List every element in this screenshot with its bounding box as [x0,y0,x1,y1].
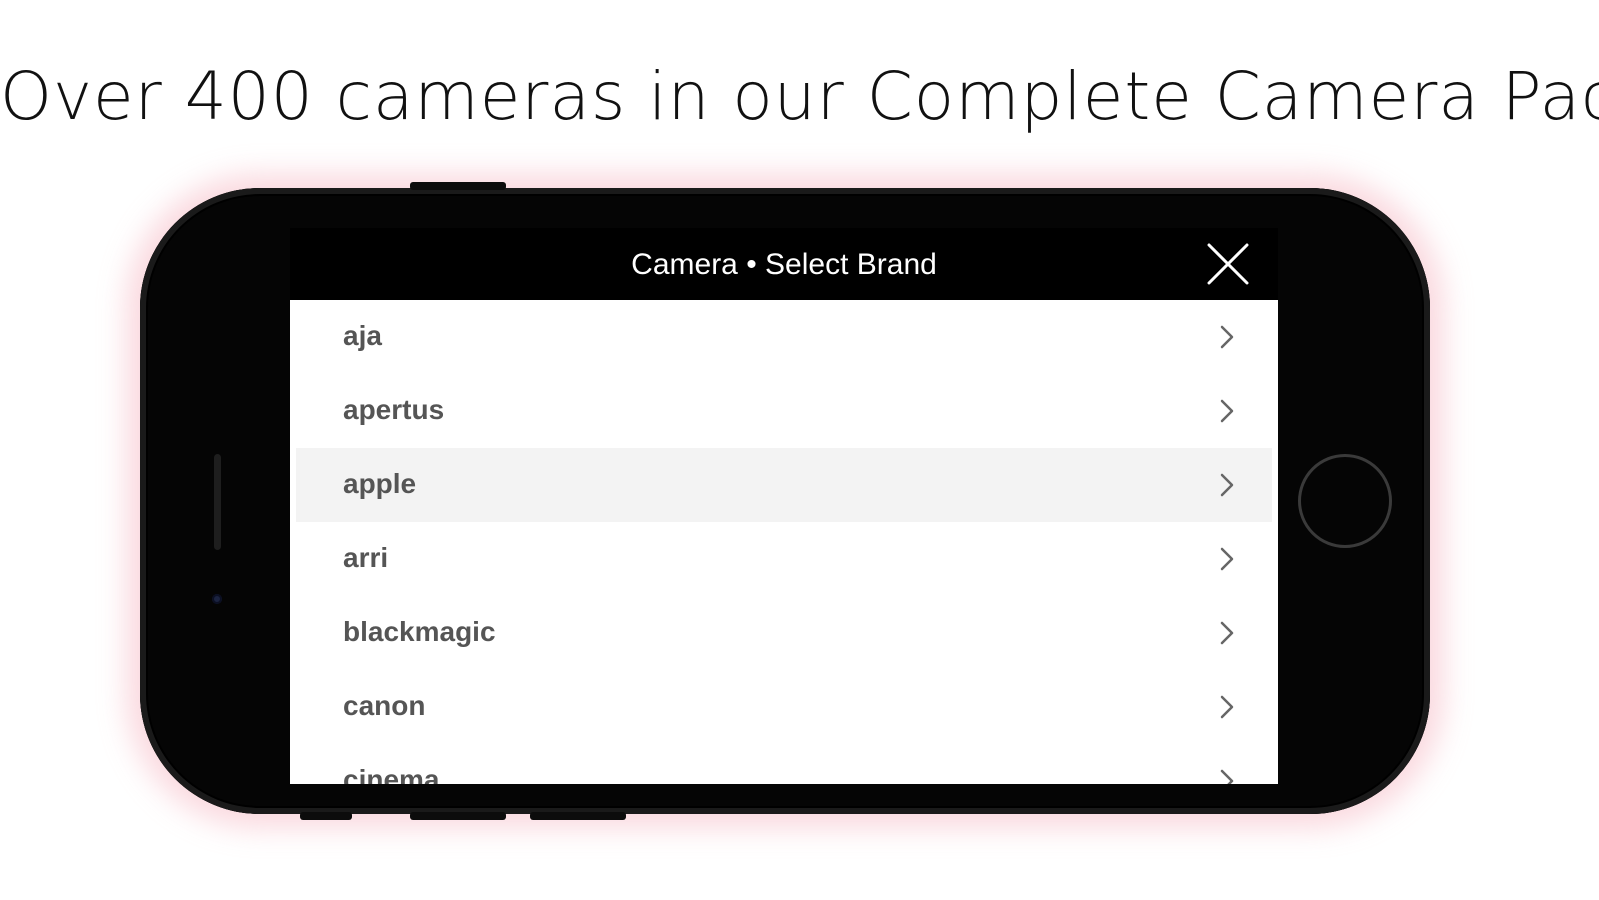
earpiece-speaker [214,454,221,550]
app-screen: Camera • Select Brand aja apertus apple … [290,228,1278,784]
brand-list-item-apertus[interactable]: apertus [290,374,1278,448]
close-icon [1207,243,1249,285]
brand-list-item-cinema[interactable]: cinema [290,744,1278,784]
chevron-right-icon [1220,621,1234,645]
phone-side-button [410,182,506,190]
nav-bar: Camera • Select Brand [290,228,1278,300]
brand-label: blackmagic [343,616,496,647]
brand-list-item-arri[interactable]: arri [290,522,1278,596]
nav-title: Camera • Select Brand [631,248,937,281]
chevron-right-icon [1220,695,1234,719]
headline: Over 400 cameras in our Complete Camera … [0,58,1599,135]
phone-frame: Camera • Select Brand aja apertus apple … [140,182,1430,820]
brand-list-item-apple[interactable]: apple [290,448,1278,522]
close-button[interactable] [1206,242,1250,286]
phone-volume-up-button [410,812,506,820]
chevron-right-icon [1220,547,1234,571]
brand-label: canon [343,690,426,721]
front-camera [212,594,222,604]
phone-mute-switch [300,812,352,820]
brand-list: aja apertus apple arri blackmagic canon … [290,300,1278,784]
chevron-right-icon [1220,769,1234,784]
phone-volume-down-button [530,812,626,820]
brand-list-item-blackmagic[interactable]: blackmagic [290,596,1278,670]
chevron-right-icon [1220,473,1234,497]
home-button[interactable] [1298,454,1392,548]
brand-label: cinema [343,764,440,784]
brand-list-item-aja[interactable]: aja [290,300,1278,374]
chevron-right-icon [1220,399,1234,423]
brand-list-item-canon[interactable]: canon [290,670,1278,744]
brand-label: aja [343,320,382,351]
brand-label: apertus [343,394,445,425]
chevron-right-icon [1220,325,1234,349]
brand-label: arri [343,542,389,573]
page: Over 400 cameras in our Complete Camera … [0,0,1599,900]
row-highlight [296,448,1272,522]
brand-label: apple [343,468,417,499]
